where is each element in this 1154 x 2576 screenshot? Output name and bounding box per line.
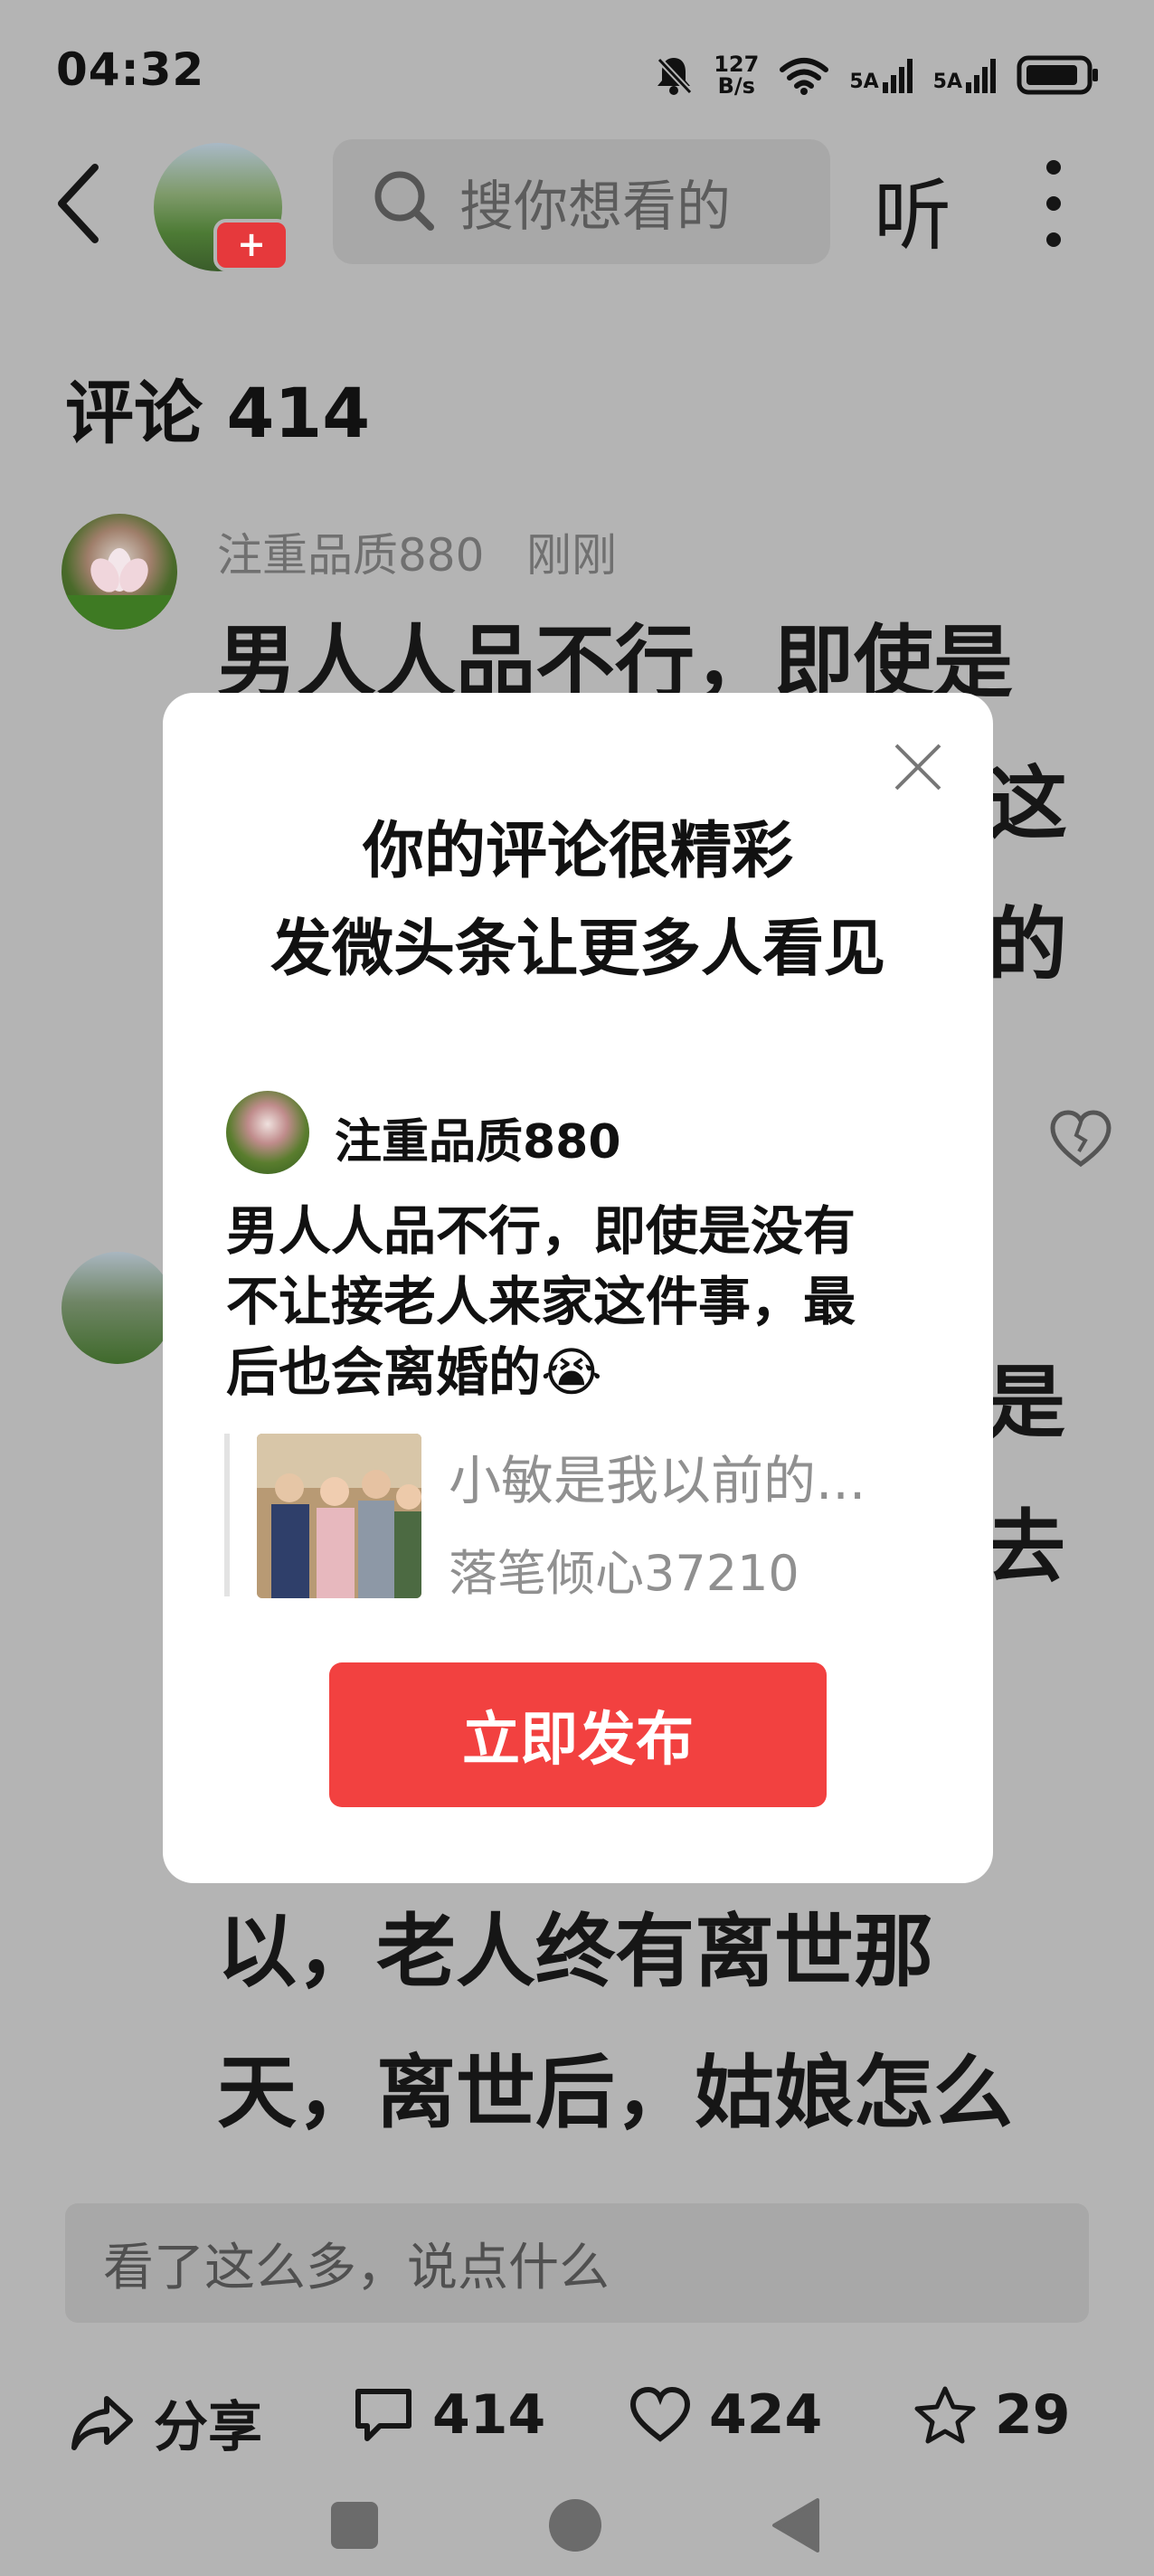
- follow-badge[interactable]: +: [213, 219, 289, 271]
- lotus-icon: [61, 548, 177, 630]
- preview-avatar: [226, 1091, 309, 1174]
- favorite-count: 29: [995, 2383, 1071, 2447]
- comment-line: 是: [986, 1356, 1066, 1449]
- comment-time: 刚刚: [526, 529, 617, 582]
- comment-count: 414: [432, 2383, 546, 2447]
- favorite-button[interactable]: 29: [913, 2383, 1071, 2447]
- home-button[interactable]: [549, 2499, 601, 2552]
- preview-text-line: 后也会离婚的😭: [226, 1341, 602, 1403]
- heart-icon: [629, 2386, 691, 2442]
- network-speed-value: 127: [714, 52, 760, 77]
- dialog-title: 你的评论很精彩: [362, 816, 793, 887]
- family-photo-icon: [257, 1434, 421, 1598]
- signal-sim1: 5A: [849, 57, 913, 93]
- like-count: 424: [709, 2383, 823, 2447]
- sim1-label: 5A: [849, 71, 879, 93]
- more-options-icon[interactable]: [1040, 158, 1067, 249]
- close-icon[interactable]: [891, 740, 945, 794]
- dialog-subtitle: 发微头条让更多人看见: [270, 914, 885, 985]
- search-bar[interactable]: 搜你想看的: [333, 139, 830, 264]
- network-speed-unit: B/s: [717, 73, 755, 99]
- reference-author: 落笔倾心37210: [449, 1545, 799, 1602]
- comment-input-placeholder: 看了这么多，说点什么: [103, 2238, 610, 2297]
- signal-bars-icon: [966, 59, 996, 93]
- reference-title: 小敏是我以前的...: [449, 1450, 866, 1511]
- like-button[interactable]: 424: [629, 2383, 822, 2447]
- comment-author[interactable]: 注重品质880: [217, 519, 484, 584]
- quote-bar: [224, 1434, 230, 1596]
- star-icon: [914, 2386, 976, 2444]
- comment-icon: [355, 2389, 411, 2441]
- network-speed: 127 B/s: [714, 53, 759, 97]
- status-time: 04:32: [56, 43, 205, 96]
- battery-icon: [1017, 55, 1098, 95]
- comment-line: 去: [986, 1501, 1066, 1594]
- comment-line: 天，离世后，姑娘怎么: [217, 2046, 1014, 2139]
- comment-text: 以，老人终有离世那 天，离世后，姑娘怎么: [217, 1881, 1067, 2164]
- share-button[interactable]: 分享: [71, 2383, 262, 2462]
- recent-apps-button[interactable]: [331, 2502, 378, 2549]
- mute-bell-icon: [657, 57, 693, 95]
- commenter-avatar[interactable]: [61, 1252, 174, 1364]
- comment-line: 以，老人终有离世那: [217, 1905, 934, 1998]
- back-button[interactable]: [45, 154, 118, 253]
- preview-text-line: 男人人品不行，即使是没有: [226, 1200, 856, 1262]
- comment-count-button[interactable]: 414: [353, 2383, 545, 2447]
- preview-author: 注重品质880: [335, 1115, 621, 1170]
- wifi-icon: [780, 58, 829, 95]
- status-icons: 127 B/s 5A 5A: [654, 43, 1100, 107]
- reference-thumbnail: [257, 1434, 421, 1598]
- search-placeholder: 搜你想看的: [459, 175, 731, 239]
- preview-text: 男人人品不行，即使是没有 不让接老人来家这件事，最 后也会离婚的😭: [226, 1196, 941, 1407]
- broken-heart-icon[interactable]: [1049, 1108, 1112, 1171]
- preview-text-line: 不让接老人来家这件事，最: [226, 1271, 856, 1332]
- signal-bars-icon: [882, 59, 913, 93]
- publish-button[interactable]: 立即发布: [329, 1662, 827, 1807]
- search-icon: [374, 171, 434, 231]
- commenter-avatar[interactable]: [61, 514, 177, 630]
- nav-back-icon[interactable]: [769, 2496, 823, 2554]
- comments-title: 评论 414: [65, 373, 371, 453]
- comment-input[interactable]: 看了这么多，说点什么: [65, 2203, 1089, 2323]
- listen-button[interactable]: 听: [874, 152, 951, 265]
- share-label: 分享: [154, 2396, 262, 2459]
- signal-sim2: 5A: [933, 57, 997, 93]
- share-icon: [71, 2395, 133, 2450]
- sim2-label: 5A: [932, 71, 962, 93]
